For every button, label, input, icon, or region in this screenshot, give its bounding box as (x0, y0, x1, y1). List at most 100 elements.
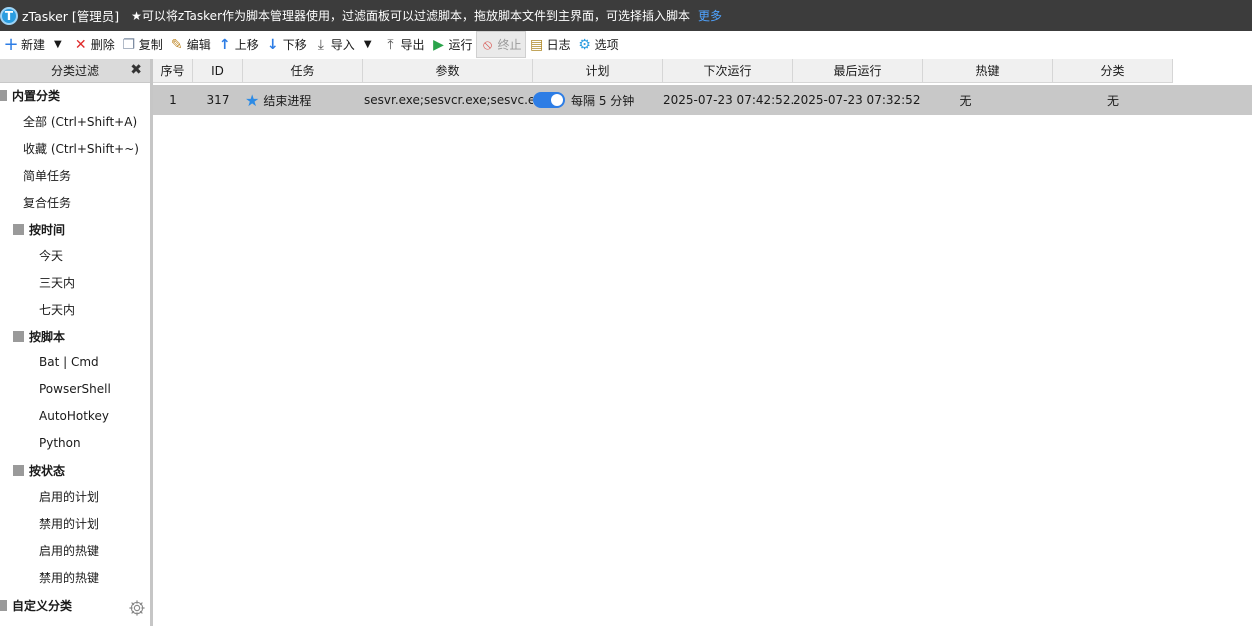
delete-button[interactable]: ✕ 删除 (70, 31, 118, 58)
export-icon: ⤒ (387, 36, 394, 53)
tree-item-enabled-hotkey[interactable]: 启用的热键 (39, 540, 99, 560)
collapse-icon[interactable] (13, 464, 24, 476)
options-button[interactable]: ⚙ 选项 (574, 31, 622, 58)
gear-icon[interactable] (128, 599, 146, 617)
export-label: 导出 (400, 38, 425, 52)
cell-params: sesvr.exe;sesvcr.exe;sesvc.e... (364, 93, 533, 107)
cell-seq: 1 (169, 93, 177, 107)
stop-button[interactable]: ⦸ 终止 (475, 31, 526, 58)
column-header-category[interactable]: 分类 (1053, 59, 1173, 83)
tree-item-seven-days[interactable]: 七天内 (39, 299, 75, 319)
column-header-last-run[interactable]: 最后运行 (793, 59, 923, 83)
import-icon: ⤓ (317, 36, 324, 53)
cell-id: 317 (206, 93, 230, 107)
filter-sidebar: 分类过滤 ✖ 内置分类 全部 (Ctrl+Shift+A) 收藏 (Ctrl+S… (0, 59, 150, 626)
tree-item-simple[interactable]: 简单任务 (23, 165, 71, 185)
play-icon: ▶ (433, 36, 444, 53)
arrow-up-icon: ↑ (218, 36, 231, 53)
edit-label: 编辑 (186, 38, 211, 52)
schedule-text: 每隔 5 分钟 (571, 93, 635, 108)
run-label: 运行 (448, 38, 473, 52)
column-header-params[interactable]: 参数 (363, 59, 533, 83)
column-header-hotkey[interactable]: 热键 (923, 59, 1053, 83)
log-button[interactable]: ▤ 日志 (526, 31, 574, 58)
arrow-down-icon: ↓ (266, 36, 279, 53)
settings-icon: ⚙ (578, 36, 591, 53)
tree-group-label: 按脚本 (29, 329, 66, 344)
edit-pencil-icon: ✎ (170, 36, 183, 53)
tree-group-label: 按时间 (29, 222, 66, 237)
new-button[interactable]: + 新建 (0, 31, 48, 58)
tree-item-today[interactable]: 今天 (39, 245, 63, 265)
copy-label: 复制 (138, 38, 163, 52)
close-icon[interactable]: ✖ (130, 62, 142, 78)
column-header-next-run[interactable]: 下次运行 (663, 59, 793, 83)
schedule-toggle[interactable] (533, 92, 565, 108)
cell-last-run: 2025-07-23 07:32:52 (793, 93, 921, 107)
collapse-icon[interactable] (13, 223, 24, 235)
cell-hotkey: 无 (959, 93, 972, 108)
app-logo-icon: T (0, 6, 18, 25)
tree-item-disabled-schedule[interactable]: 禁用的计划 (39, 513, 99, 533)
move-up-label: 上移 (234, 38, 259, 52)
tree-item-all[interactable]: 全部 (Ctrl+Shift+A) (23, 111, 137, 131)
tree-item-disabled-hotkey[interactable]: 禁用的热键 (39, 567, 99, 587)
collapse-icon[interactable] (13, 330, 24, 342)
move-down-label: 下移 (282, 38, 307, 52)
more-link[interactable]: 更多 (698, 7, 722, 24)
tree-item-compound[interactable]: 复合任务 (23, 192, 71, 212)
tree-group-label: 自定义分类 (12, 598, 73, 613)
tree-item-autohotkey[interactable]: AutoHotkey (39, 406, 109, 426)
import-dropdown-button[interactable]: ▼ (358, 31, 380, 58)
tree-item-favorites[interactable]: 收藏 (Ctrl+Shift+~) (23, 138, 139, 158)
column-header-seq[interactable]: 序号 (153, 59, 193, 83)
copy-button[interactable]: ❐ 复制 (118, 31, 166, 58)
tree-group-by-time[interactable]: 按时间 (13, 219, 65, 239)
app-title: zTasker [管理员] (22, 9, 120, 24)
tree-group-by-state[interactable]: 按状态 (13, 460, 65, 480)
export-button[interactable]: ⤒ 导出 (380, 31, 428, 58)
task-name: 结束进程 (263, 93, 312, 108)
star-icon[interactable]: ★ (245, 91, 259, 110)
sidebar-title: 分类过滤 (50, 64, 99, 78)
table-header: 序号 ID 任务 参数 计划 下次运行 最后运行 热键 分类 (153, 59, 1173, 83)
title-bar: T zTasker [管理员] ★可以将zTasker作为脚本管理器使用，过滤面… (0, 0, 1252, 31)
sidebar-header: 分类过滤 ✖ (0, 59, 150, 83)
collapse-icon[interactable] (0, 89, 7, 101)
delete-x-icon: ✕ (74, 36, 87, 53)
table-row[interactable]: 1 317 ★ 结束进程 sesvr.exe;sesvcr.exe;sesvc.… (153, 85, 1252, 115)
move-up-button[interactable]: ↑ 上移 (214, 31, 262, 58)
tree-item-enabled-schedule[interactable]: 启用的计划 (39, 486, 99, 506)
dropdown-arrow-icon: ▼ (54, 39, 62, 50)
new-dropdown-button[interactable]: ▼ (48, 31, 70, 58)
import-button[interactable]: ⤓ 导入 (310, 31, 358, 58)
tree-group-custom[interactable]: 自定义分类 (0, 595, 72, 615)
tree-group-by-script[interactable]: 按脚本 (13, 326, 65, 346)
tree-item-three-days[interactable]: 三天内 (39, 272, 75, 292)
edit-button[interactable]: ✎ 编辑 (166, 31, 214, 58)
column-header-task[interactable]: 任务 (243, 59, 363, 83)
stop-icon: ⦸ (482, 36, 493, 53)
run-button[interactable]: ▶ 运行 (428, 31, 476, 58)
task-table: 序号 ID 任务 参数 计划 下次运行 最后运行 热键 分类 1 317 ★ 结… (153, 59, 1252, 626)
options-label: 选项 (594, 38, 619, 52)
column-header-schedule[interactable]: 计划 (533, 59, 663, 83)
stop-label: 终止 (497, 38, 522, 52)
plus-icon: + (3, 34, 19, 55)
notice-text: ★可以将zTasker作为脚本管理器使用，过滤面板可以过滤脚本，拖放脚本文件到主… (131, 9, 691, 23)
tree-item-powershell[interactable]: PowserShell (39, 379, 111, 399)
tree-group-label: 按状态 (29, 463, 66, 478)
cell-schedule: 每隔 5 分钟 (533, 85, 663, 115)
import-label: 导入 (330, 38, 355, 52)
copy-icon: ❐ (122, 36, 136, 53)
tree-group-label: 内置分类 (12, 88, 61, 103)
move-down-button[interactable]: ↓ 下移 (262, 31, 310, 58)
cell-category: 无 (1106, 93, 1119, 108)
column-header-id[interactable]: ID (193, 59, 243, 83)
collapse-icon[interactable] (0, 599, 7, 611)
tree-group-builtin[interactable]: 内置分类 (0, 85, 60, 105)
tree-item-bat[interactable]: Bat | Cmd (39, 352, 99, 372)
tree-item-python[interactable]: Python (39, 433, 81, 453)
toolbar: + 新建 ▼ ✕ 删除 ❐ 复制 ✎ 编辑 ↑ 上移 ↓ 下移 ⤓ 导入 ▼ ⤒… (0, 31, 1252, 58)
dropdown-arrow-icon: ▼ (363, 39, 372, 50)
